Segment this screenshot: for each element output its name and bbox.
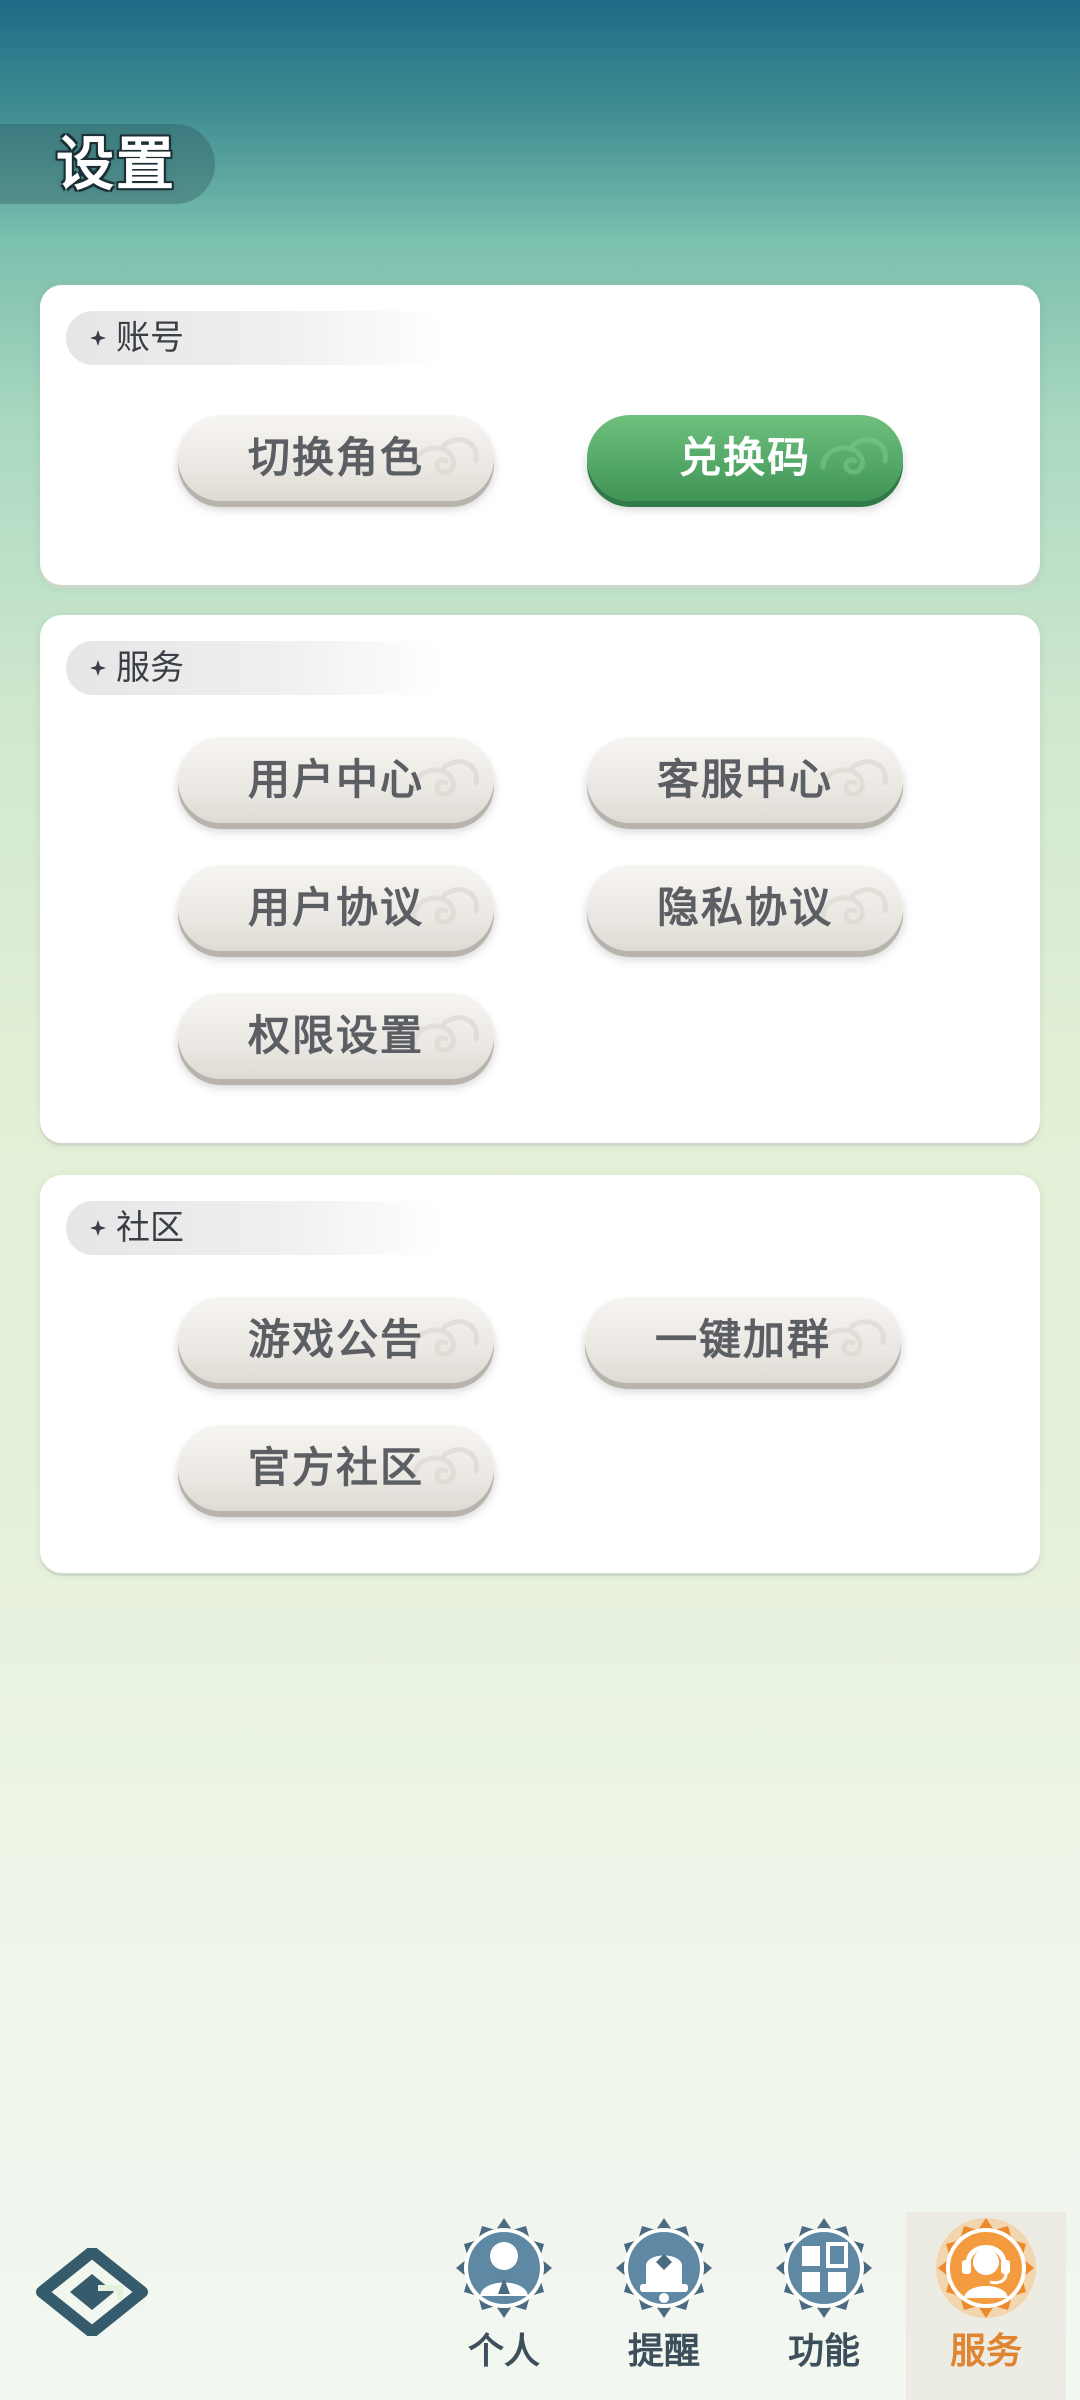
nav-tab-service[interactable]: 服务: [906, 2212, 1066, 2400]
nav-label: 服务: [949, 2331, 1022, 2372]
section-title: 服务: [116, 648, 184, 688]
privacy-agreement-button[interactable]: 隐私协议: [587, 865, 903, 951]
community-section: 社区 游戏公告 一键加群 官方社区: [40, 1175, 1040, 1573]
user-agreement-button[interactable]: 用户协议: [178, 865, 494, 951]
button-label: 用户中心: [247, 755, 424, 804]
grid-icon: [776, 2218, 872, 2318]
nav-tab-personal[interactable]: 个人: [424, 2212, 584, 2400]
headset-icon: [936, 2218, 1036, 2318]
button-label: 游戏公告: [247, 1315, 424, 1364]
join-group-button[interactable]: 一键加群: [585, 1297, 901, 1383]
nav-label: 功能: [787, 2331, 860, 2372]
section-header: 账号: [66, 311, 446, 365]
nav-tab-function[interactable]: 功能: [744, 2212, 904, 2400]
official-community-button[interactable]: 官方社区: [178, 1425, 494, 1511]
nav-label: 提醒: [627, 2331, 700, 2372]
button-label: 兑换码: [678, 433, 811, 482]
section-title: 社区: [116, 1208, 184, 1248]
diamond-icon: [90, 660, 106, 676]
redeem-code-button[interactable]: 兑换码: [587, 415, 903, 501]
section-header: 服务: [66, 641, 446, 695]
button-label: 用户协议: [247, 883, 424, 932]
permission-settings-button[interactable]: 权限设置: [178, 993, 494, 1079]
bell-icon: [616, 2218, 712, 2318]
button-label: 权限设置: [247, 1011, 424, 1060]
button-label: 客服中心: [656, 755, 833, 804]
button-label: 官方社区: [247, 1443, 424, 1492]
customer-service-button[interactable]: 客服中心: [587, 737, 903, 823]
button-label: 隐私协议: [656, 883, 833, 932]
nav-label: 个人: [467, 2331, 540, 2372]
service-section: 服务 用户中心 客服中心 用户协议 隐私协议 权限设置: [40, 615, 1040, 1143]
section-header: 社区: [66, 1201, 446, 1255]
account-section: 账号 切换角色 兑换码: [40, 285, 1040, 585]
game-logo-icon: [36, 2248, 148, 2336]
section-title: 账号: [116, 318, 184, 358]
person-icon: [456, 2218, 552, 2318]
button-label: 切换角色: [247, 433, 424, 482]
button-label: 一键加群: [654, 1315, 831, 1364]
game-announcement-button[interactable]: 游戏公告: [178, 1297, 494, 1383]
nav-tab-reminder[interactable]: 提醒: [584, 2212, 744, 2400]
page-title: 设置: [56, 130, 177, 198]
user-center-button[interactable]: 用户中心: [178, 737, 494, 823]
switch-role-button[interactable]: 切换角色: [178, 415, 494, 501]
diamond-icon: [90, 330, 106, 346]
diamond-icon: [90, 1220, 106, 1236]
